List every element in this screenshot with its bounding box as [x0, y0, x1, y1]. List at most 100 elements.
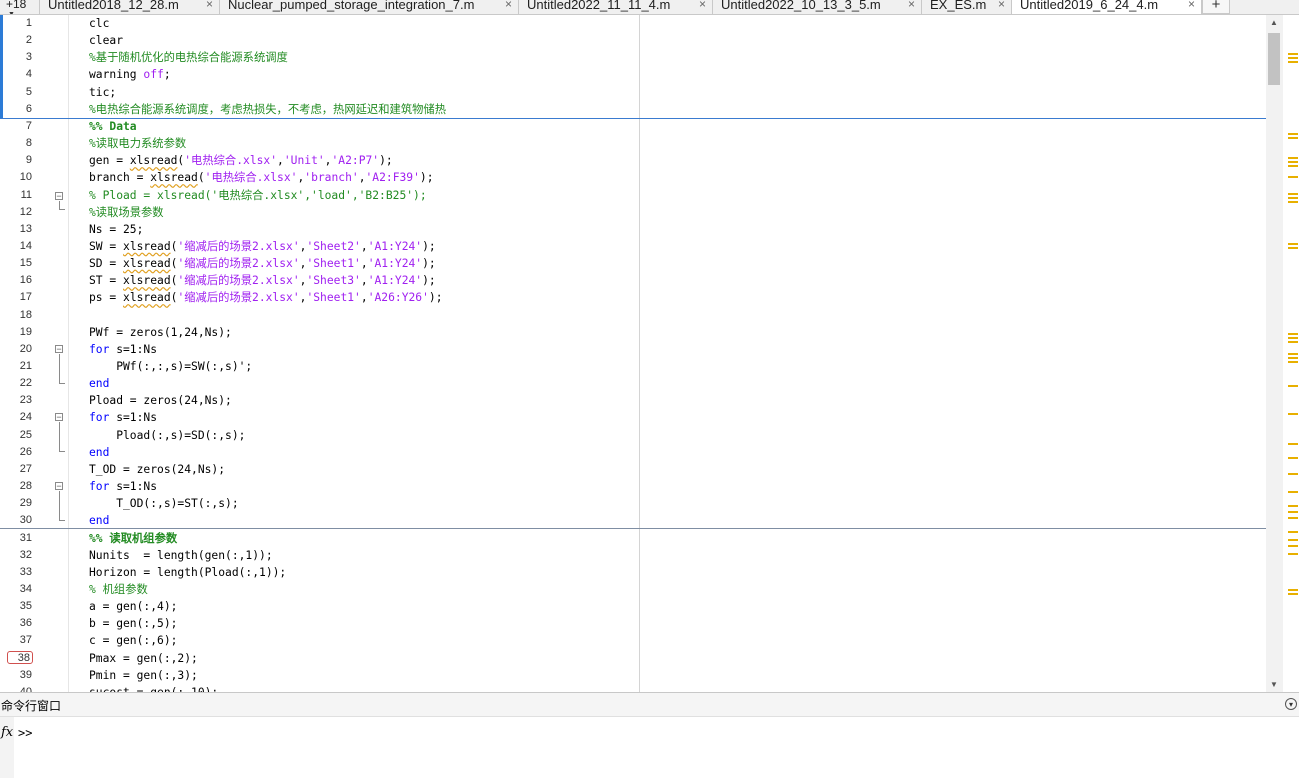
line-number[interactable]: 28 [0, 478, 32, 495]
warning-marker[interactable] [1288, 531, 1298, 533]
line-number[interactable]: 19 [0, 324, 32, 341]
editor-tab[interactable]: Untitled2022_10_13_3_5.m × [713, 0, 922, 14]
warning-marker[interactable] [1288, 337, 1298, 339]
fold-toggle-icon[interactable]: − [55, 345, 63, 354]
warning-marker[interactable] [1288, 545, 1298, 547]
line-number[interactable]: 2 [0, 32, 32, 49]
fold-toggle-icon[interactable]: − [55, 482, 63, 491]
editor-tab[interactable]: Nuclear_pumped_storage_integration_7.m × [220, 0, 519, 14]
warning-marker[interactable] [1288, 589, 1298, 591]
warning-marker[interactable] [1288, 176, 1298, 178]
warning-marker[interactable] [1288, 361, 1298, 363]
line-number[interactable]: 37 [0, 632, 32, 649]
line-number[interactable]: 17 [0, 289, 32, 306]
warning-marker[interactable] [1288, 201, 1298, 203]
line-number[interactable]: 14 [0, 238, 32, 255]
warning-marker[interactable] [1288, 247, 1298, 249]
line-number[interactable]: 20 [0, 341, 32, 358]
line-number[interactable]: 15 [0, 255, 32, 272]
line-number[interactable]: 24 [0, 409, 32, 426]
warning-marker[interactable] [1288, 357, 1298, 359]
line-number[interactable]: 10 [0, 169, 32, 186]
code-analyzer-bar[interactable] [1283, 15, 1299, 692]
warning-marker[interactable] [1288, 61, 1298, 63]
line-number[interactable]: 16 [0, 272, 32, 289]
warning-marker[interactable] [1288, 341, 1298, 343]
warning-marker[interactable] [1288, 333, 1298, 335]
close-icon[interactable]: × [505, 0, 512, 14]
line-number[interactable]: 22 [0, 375, 32, 392]
line-number[interactable]: 40 [0, 684, 32, 692]
fx-icon[interactable]: fx [1, 725, 13, 740]
line-number[interactable]: 32 [0, 547, 32, 564]
close-icon[interactable]: × [908, 0, 915, 14]
line-number[interactable]: 31 [0, 530, 32, 547]
editor-tab[interactable]: EX_ES.m × [922, 0, 1012, 14]
warning-marker[interactable] [1288, 57, 1298, 59]
fold-toggle-icon[interactable]: − [55, 192, 63, 201]
warning-marker[interactable] [1288, 593, 1298, 595]
warning-marker[interactable] [1288, 385, 1298, 387]
line-number[interactable]: 1 [0, 15, 32, 32]
line-number[interactable]: 35 [0, 598, 32, 615]
line-number[interactable]: 34 [0, 581, 32, 598]
editor-tab[interactable]: Untitled2018_12_28.m × [40, 0, 220, 14]
line-number[interactable]: 36 [0, 615, 32, 632]
editor-tab[interactable]: Untitled2019_6_24_4.m × [1012, 0, 1202, 14]
line-number[interactable]: 39 [0, 667, 32, 684]
line-number[interactable]: 4 [0, 66, 32, 83]
warning-marker[interactable] [1288, 157, 1298, 159]
line-number[interactable]: 8 [0, 135, 32, 152]
line-number[interactable]: 11 [0, 187, 32, 204]
line-number[interactable]: 7 [0, 118, 32, 135]
warning-marker[interactable] [1288, 161, 1298, 163]
line-number[interactable]: 23 [0, 392, 32, 409]
command-prompt[interactable]: >> [18, 726, 32, 740]
warning-marker[interactable] [1288, 165, 1298, 167]
warning-marker[interactable] [1288, 137, 1298, 139]
warning-marker[interactable] [1288, 457, 1298, 459]
warning-marker[interactable] [1288, 243, 1298, 245]
warning-marker[interactable] [1288, 517, 1298, 519]
editor-vertical-scrollbar[interactable]: ▲ ▼ [1266, 15, 1283, 692]
scrollbar-thumb[interactable] [1268, 33, 1280, 85]
line-number[interactable]: 27 [0, 461, 32, 478]
close-icon[interactable]: × [206, 0, 213, 14]
warning-marker[interactable] [1288, 491, 1298, 493]
add-tab-button[interactable]: + [1202, 0, 1230, 14]
fold-toggle-icon[interactable]: − [55, 413, 63, 422]
line-number[interactable]: 6 [0, 101, 32, 118]
warning-marker[interactable] [1288, 539, 1298, 541]
close-icon[interactable]: × [1188, 0, 1195, 14]
code-editor[interactable]: 1 clc 2 clear 3 %基于随机优化的电热综合能源系统调度 4 warning of… [0, 15, 1266, 692]
line-number[interactable]: 12 [0, 204, 32, 221]
warning-marker[interactable] [1288, 505, 1298, 507]
warning-marker[interactable] [1288, 413, 1298, 415]
line-number[interactable]: 9 [0, 152, 32, 169]
warning-marker[interactable] [1288, 443, 1298, 445]
panel-menu-icon[interactable]: ▾ [1285, 698, 1297, 710]
line-number[interactable]: 3 [0, 49, 32, 66]
warning-marker[interactable] [1288, 133, 1298, 135]
line-number[interactable]: 21 [0, 358, 32, 375]
warning-marker[interactable] [1288, 197, 1298, 199]
line-number[interactable]: 33 [0, 564, 32, 581]
line-number[interactable]: 13 [0, 221, 32, 238]
line-number[interactable]: 18 [0, 307, 32, 324]
command-window[interactable]: fx >> [0, 717, 1299, 778]
warning-marker[interactable] [1288, 553, 1298, 555]
warning-marker[interactable] [1288, 473, 1298, 475]
close-icon[interactable]: × [998, 0, 1005, 14]
line-number[interactable]: 30 [0, 512, 32, 529]
breakpoint-line-number[interactable]: 38 [7, 650, 33, 664]
editor-tab[interactable]: Untitled2022_11_11_4.m × [519, 0, 713, 14]
line-number[interactable]: 26 [0, 444, 32, 461]
warning-marker[interactable] [1288, 53, 1298, 55]
line-number[interactable]: 5 [0, 84, 32, 101]
warning-marker[interactable] [1288, 511, 1298, 513]
warning-marker[interactable] [1288, 353, 1298, 355]
warning-marker[interactable] [1288, 193, 1298, 195]
line-number[interactable]: 25 [0, 427, 32, 444]
scroll-up-icon[interactable]: ▲ [1270, 18, 1278, 27]
line-number[interactable]: 29 [0, 495, 32, 512]
